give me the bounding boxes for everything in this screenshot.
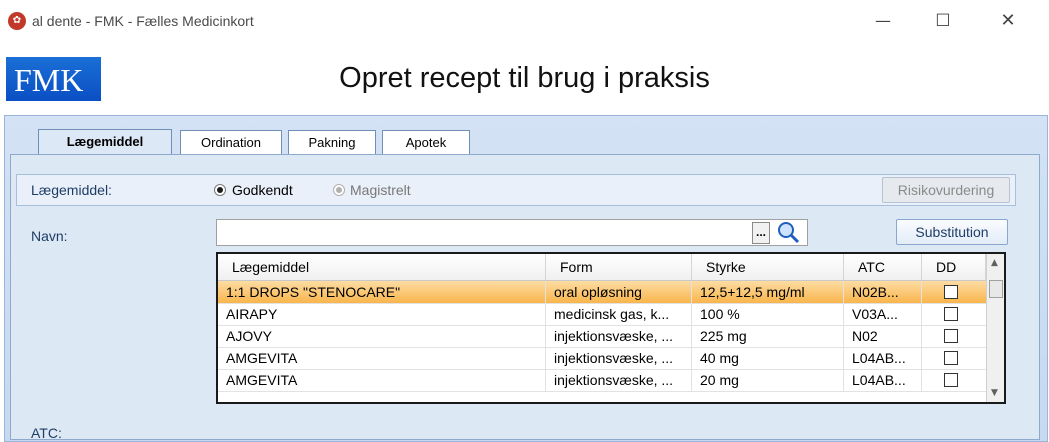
tab-ordination[interactable]: Ordination <box>180 130 282 154</box>
cell-styrke: 20 mg <box>692 369 844 391</box>
radio-godkendt-label[interactable]: Godkendt <box>232 182 293 198</box>
dd-checkbox[interactable] <box>944 285 958 299</box>
app-icon: ✿ <box>8 12 26 30</box>
cell-form: medicinsk gas, k... <box>546 303 692 325</box>
table-row[interactable]: AMGEVITA injektionsvæske, ... 40 mg L04A… <box>218 347 986 370</box>
ellipsis-button[interactable]: ... <box>752 222 770 244</box>
dd-checkbox[interactable] <box>944 307 958 321</box>
cell-styrke: 40 mg <box>692 347 844 369</box>
tab-pakning[interactable]: Pakning <box>288 130 376 154</box>
dd-checkbox[interactable] <box>944 373 958 387</box>
tab-laegemiddel[interactable]: Lægemiddel <box>38 129 172 155</box>
cell-atc: V03A... <box>844 303 922 325</box>
cell-laegemiddel: AIRAPY <box>218 303 546 325</box>
laegemiddel-row <box>16 174 1016 206</box>
cell-styrke: 12,5+12,5 mg/ml <box>692 281 844 303</box>
table-row[interactable]: AJOVY injektionsvæske, ... 225 mg N02 <box>218 325 986 348</box>
close-button[interactable]: ✕ <box>985 6 1031 36</box>
substitution-button[interactable]: Substitution <box>896 219 1008 245</box>
radio-godkendt[interactable] <box>214 184 226 196</box>
navn-input[interactable] <box>216 219 808 246</box>
search-icon <box>778 222 800 244</box>
table-row[interactable]: AMGEVITA injektionsvæske, ... 20 mg L04A… <box>218 369 986 392</box>
page-title: Opret recept til brug i praksis <box>339 62 710 94</box>
cell-styrke: 100 % <box>692 303 844 325</box>
cell-laegemiddel: 1:1 DROPS "STENOCARE" <box>218 281 546 303</box>
atc-label: ATC: <box>31 425 62 441</box>
cell-form: injektionsvæske, ... <box>546 325 692 347</box>
scroll-thumb[interactable] <box>989 280 1003 298</box>
col-header-form[interactable]: Form <box>546 254 692 280</box>
cell-laegemiddel: AJOVY <box>218 325 546 347</box>
cell-laegemiddel: AMGEVITA <box>218 369 546 391</box>
cell-atc: N02B... <box>844 281 922 303</box>
table-row[interactable]: AIRAPY medicinsk gas, k... 100 % V03A... <box>218 303 986 326</box>
radio-magistrelt-label[interactable]: Magistrelt <box>350 182 411 198</box>
cell-form: injektionsvæske, ... <box>546 347 692 369</box>
table-row[interactable]: 1:1 DROPS "STENOCARE" oral opløsning 12,… <box>218 281 986 304</box>
cell-form: injektionsvæske, ... <box>546 369 692 391</box>
tab-apotek[interactable]: Apotek <box>382 130 470 154</box>
scroll-down-icon[interactable]: ▼ <box>991 388 998 398</box>
col-header-styrke[interactable]: Styrke <box>692 254 844 280</box>
window-titlebar: ✿ al dente - FMK - Fælles Medicinkort — … <box>0 0 1049 44</box>
cell-atc: N02 <box>844 325 922 347</box>
cell-styrke: 225 mg <box>692 325 844 347</box>
grid-scrollbar[interactable]: ▲ ▼ <box>986 254 1004 402</box>
window-title: al dente - FMK - Fælles Medicinkort <box>32 13 254 29</box>
cell-atc: L04AB... <box>844 347 922 369</box>
navn-label: Navn: <box>31 228 68 244</box>
cell-laegemiddel: AMGEVITA <box>218 347 546 369</box>
col-header-laegemiddel[interactable]: Lægemiddel <box>218 254 546 280</box>
minimize-button[interactable]: — <box>860 6 906 36</box>
maximize-button[interactable]: ☐ <box>920 6 966 36</box>
search-button[interactable] <box>772 220 806 244</box>
cell-form: oral opløsning <box>546 281 692 303</box>
risikovurdering-button[interactable]: Risikovurdering <box>882 177 1010 203</box>
col-header-atc[interactable]: ATC <box>844 254 922 280</box>
dd-checkbox[interactable] <box>944 351 958 365</box>
grid-header: Lægemiddel Form Styrke ATC DD <box>218 254 986 281</box>
laegemiddel-label: Lægemiddel: <box>31 182 112 198</box>
col-header-dd[interactable]: DD <box>922 254 986 280</box>
radio-magistrelt[interactable] <box>333 184 345 196</box>
medication-grid: Lægemiddel Form Styrke ATC DD 1:1 DROPS … <box>216 252 1006 404</box>
dd-checkbox[interactable] <box>944 329 958 343</box>
cell-atc: L04AB... <box>844 369 922 391</box>
scroll-up-icon[interactable]: ▲ <box>991 258 998 268</box>
